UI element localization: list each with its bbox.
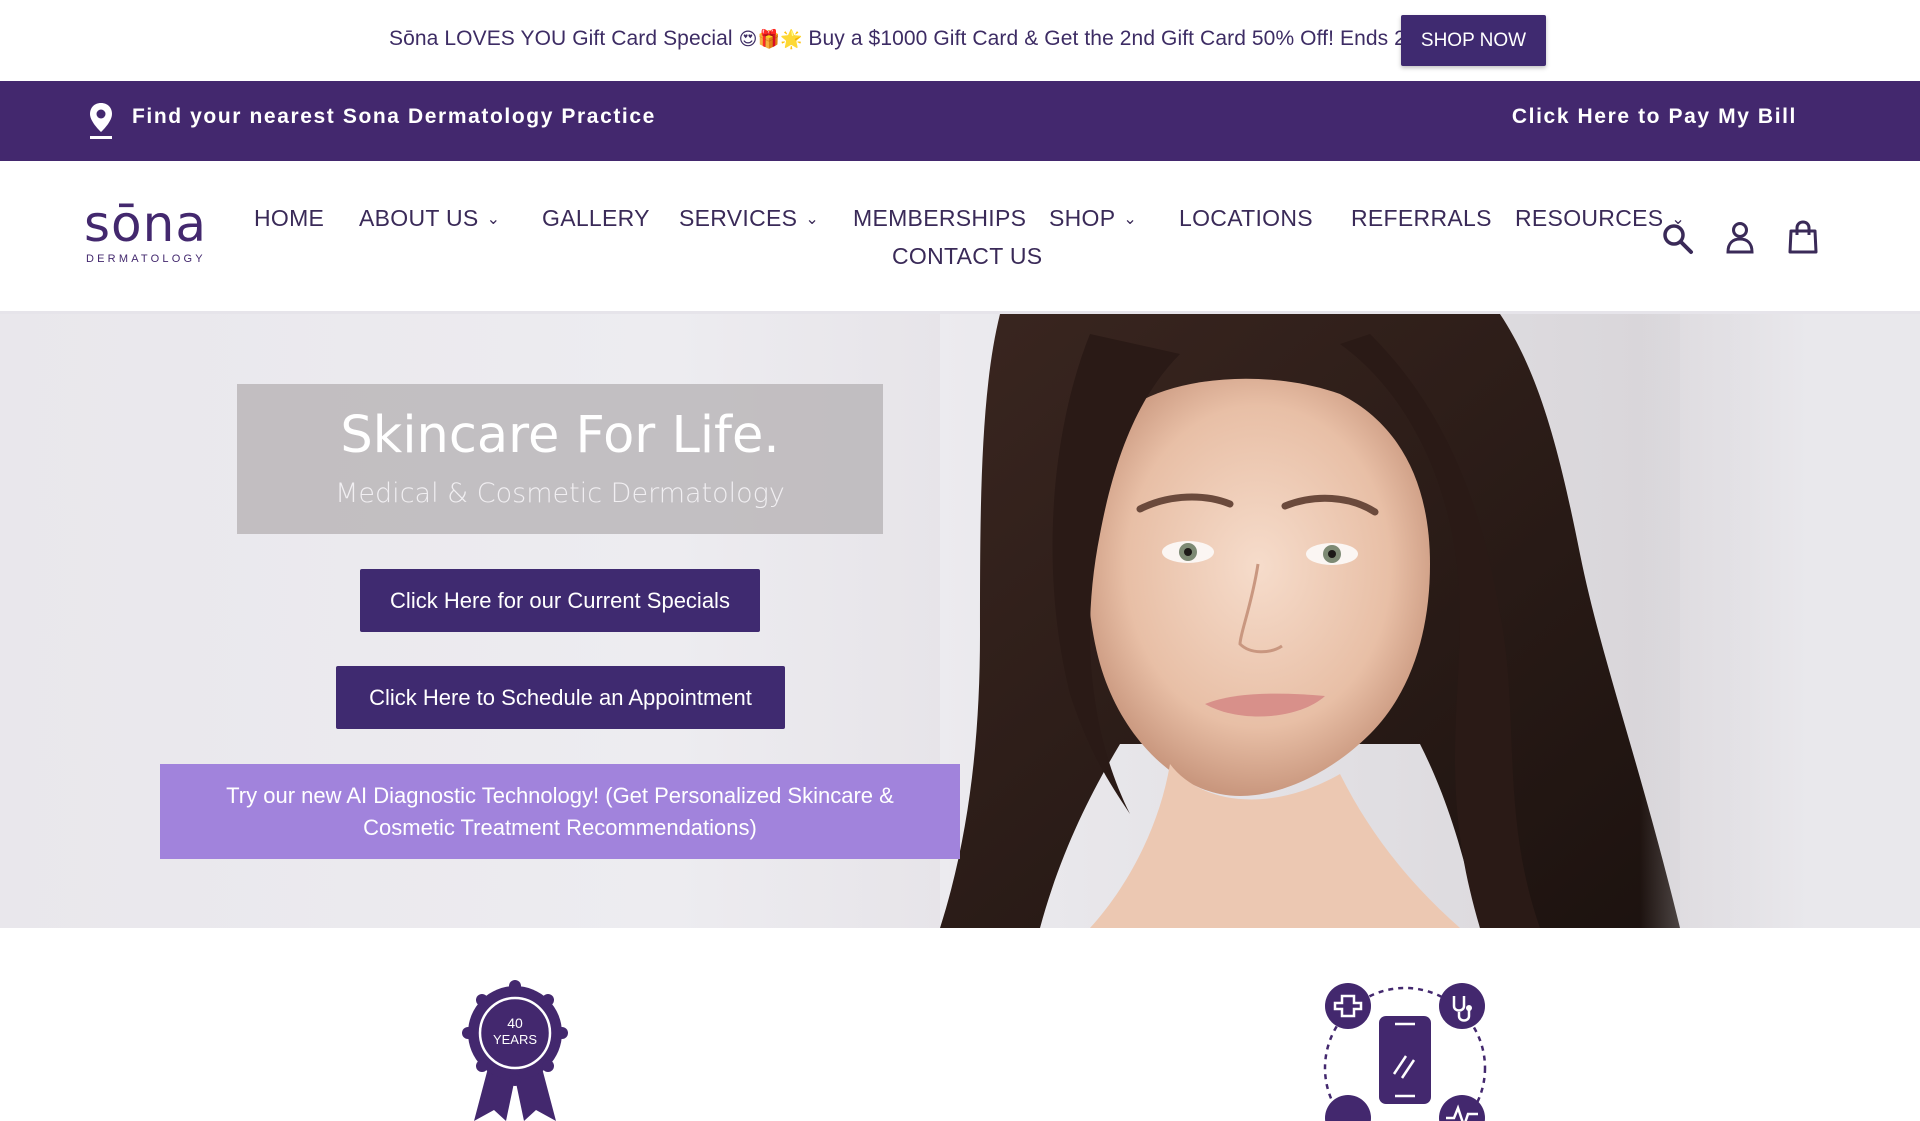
announcement-bar: Sōna LOVES YOU Gift Card Special 😍🎁🌟 Buy… — [0, 0, 1920, 81]
hero-right-fade — [1640, 314, 1920, 928]
nav-services[interactable]: SERVICES ⌄ — [679, 205, 819, 232]
current-specials-button[interactable]: Click Here for our Current Specials — [360, 569, 760, 632]
nav-contact-us[interactable]: CONTACT US — [892, 243, 1042, 270]
nav-locations[interactable]: LOCATIONS — [1179, 205, 1313, 232]
chevron-down-icon: ⌄ — [486, 211, 501, 228]
nav-shop-label: SHOP — [1049, 205, 1116, 231]
announcement-text: Sōna LOVES YOU Gift Card Special 😍🎁🌟 Buy… — [389, 27, 1435, 51]
features-section: 40 YEARS — [0, 928, 1920, 1121]
chevron-down-icon: ⌄ — [805, 211, 820, 228]
announcement-text-end: Buy a $1000 Gift Card & Get the 2nd Gift… — [808, 27, 1436, 50]
nav-about-us[interactable]: ABOUT US ⌄ — [359, 205, 500, 232]
nav-referrals[interactable]: REFERRALS — [1351, 205, 1492, 232]
nav-services-label: SERVICES — [679, 205, 798, 231]
logo-subtitle: DERMATOLOGY — [86, 253, 206, 265]
nav-gallery[interactable]: GALLERY — [542, 205, 650, 232]
hero-banner: Skincare For Life. Medical & Cosmetic De… — [0, 314, 1920, 928]
site-header: sōna DERMATOLOGY HOME ABOUT US ⌄ GALLERY … — [0, 161, 1920, 314]
nav-about-us-label: ABOUT US — [359, 205, 479, 231]
badge-label: YEARS — [493, 1032, 537, 1047]
logo-wordmark: sōna — [84, 195, 207, 253]
account-icon[interactable] — [1722, 219, 1758, 255]
hero-headline-box: Skincare For Life. Medical & Cosmetic De… — [237, 384, 883, 534]
nav-memberships[interactable]: MEMBERSHIPS — [853, 205, 1026, 232]
telehealth-device-icon — [1323, 983, 1487, 1121]
nav-shop[interactable]: SHOP ⌄ — [1049, 205, 1137, 232]
ai-diagnostic-button[interactable]: Try our new AI Diagnostic Technology! (G… — [160, 764, 960, 859]
shop-now-button[interactable]: SHOP NOW — [1401, 15, 1546, 66]
utility-bar: Find your nearest Sona Dermatology Pract… — [0, 81, 1920, 161]
schedule-appointment-button[interactable]: Click Here to Schedule an Appointment — [336, 666, 785, 729]
location-pin-icon — [90, 103, 112, 139]
hero-headline: Skincare For Life. — [340, 406, 780, 465]
sona-logo[interactable]: sōna DERMATOLOGY — [84, 195, 226, 265]
announcement-emojis: 😍🎁🌟 — [738, 29, 803, 49]
pay-bill-link[interactable]: Click Here to Pay My Bill — [1512, 105, 1797, 129]
find-practice-link[interactable]: Find your nearest Sona Dermatology Pract… — [132, 105, 656, 129]
hero-subheadline: Medical & Cosmetic Dermatology — [335, 478, 785, 509]
announcement-text-start: Sōna LOVES YOU Gift Card Special — [389, 27, 733, 50]
chevron-down-icon: ⌄ — [1123, 211, 1138, 228]
nav-home[interactable]: HOME — [254, 205, 324, 232]
nav-resources-label: RESOURCES — [1515, 205, 1664, 231]
cart-icon[interactable] — [1785, 219, 1821, 255]
hero-woman-portrait — [940, 314, 1680, 928]
search-icon[interactable] — [1660, 221, 1696, 257]
award-ribbon-icon: 40 YEARS — [462, 980, 568, 1121]
badge-number: 40 — [507, 1015, 523, 1031]
